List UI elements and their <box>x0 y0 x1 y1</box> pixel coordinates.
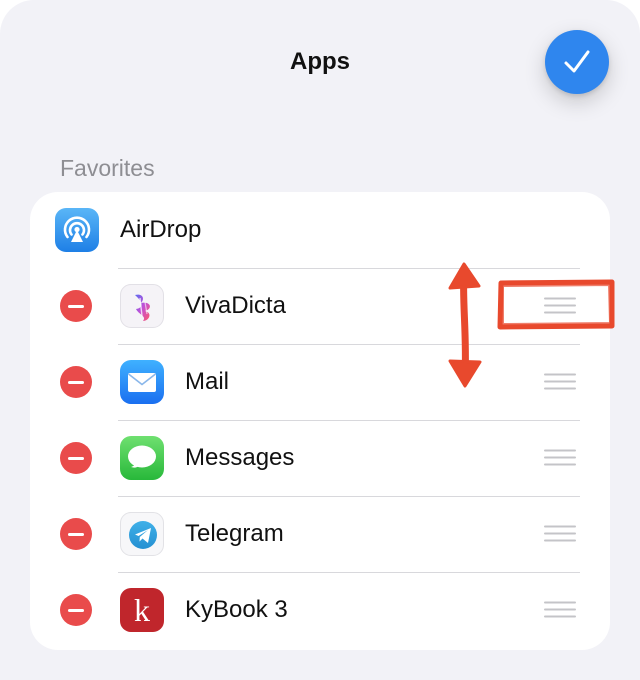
reorder-handle[interactable] <box>544 373 576 391</box>
reorder-handle[interactable] <box>544 449 576 467</box>
airdrop-label: AirDrop <box>120 216 202 243</box>
row-divider <box>118 344 580 345</box>
row-divider <box>118 496 580 497</box>
favorites-header: Favorites <box>60 155 155 181</box>
list-item-telegram: Telegram <box>30 496 610 572</box>
reorder-handle[interactable] <box>544 297 576 315</box>
messages-label: Messages <box>185 444 295 471</box>
kybook-icon-letter: k <box>134 592 150 628</box>
kybook-icon: k <box>120 588 164 632</box>
vivadicta-label: VivaDicta <box>185 292 286 319</box>
list-item-kybook: k KyBook 3 <box>30 572 610 648</box>
row-divider <box>118 572 580 573</box>
row-divider <box>118 420 580 421</box>
remove-vivadicta-button[interactable] <box>60 290 92 322</box>
mail-label: Mail <box>185 368 230 395</box>
mail-icon <box>120 360 164 404</box>
list-item-mail: Mail <box>30 344 610 420</box>
checkmark-icon <box>564 50 590 73</box>
row-divider <box>118 268 580 269</box>
telegram-label: Telegram <box>185 520 284 547</box>
list-item-vivadicta: VivaDicta <box>30 268 610 344</box>
done-button[interactable] <box>545 30 609 94</box>
apps-sheet: Apps Favorites AirDrop VivaDicta Mail Me… <box>0 0 640 680</box>
list-item-airdrop: AirDrop <box>30 192 610 268</box>
vivadicta-icon <box>120 284 164 328</box>
remove-telegram-button[interactable] <box>60 518 92 550</box>
page-title: Apps <box>290 48 350 75</box>
reorder-handle[interactable] <box>544 601 576 619</box>
airdrop-icon <box>55 208 99 252</box>
remove-messages-button[interactable] <box>60 442 92 474</box>
favorites-list: AirDrop VivaDicta Mail Messages Telegram… <box>30 192 610 650</box>
telegram-icon <box>120 512 164 556</box>
list-item-messages: Messages <box>30 420 610 496</box>
reorder-handle[interactable] <box>544 525 576 543</box>
remove-kybook-button[interactable] <box>60 594 92 626</box>
messages-icon <box>120 436 164 480</box>
remove-mail-button[interactable] <box>60 366 92 398</box>
kybook-label: KyBook 3 <box>185 596 288 623</box>
